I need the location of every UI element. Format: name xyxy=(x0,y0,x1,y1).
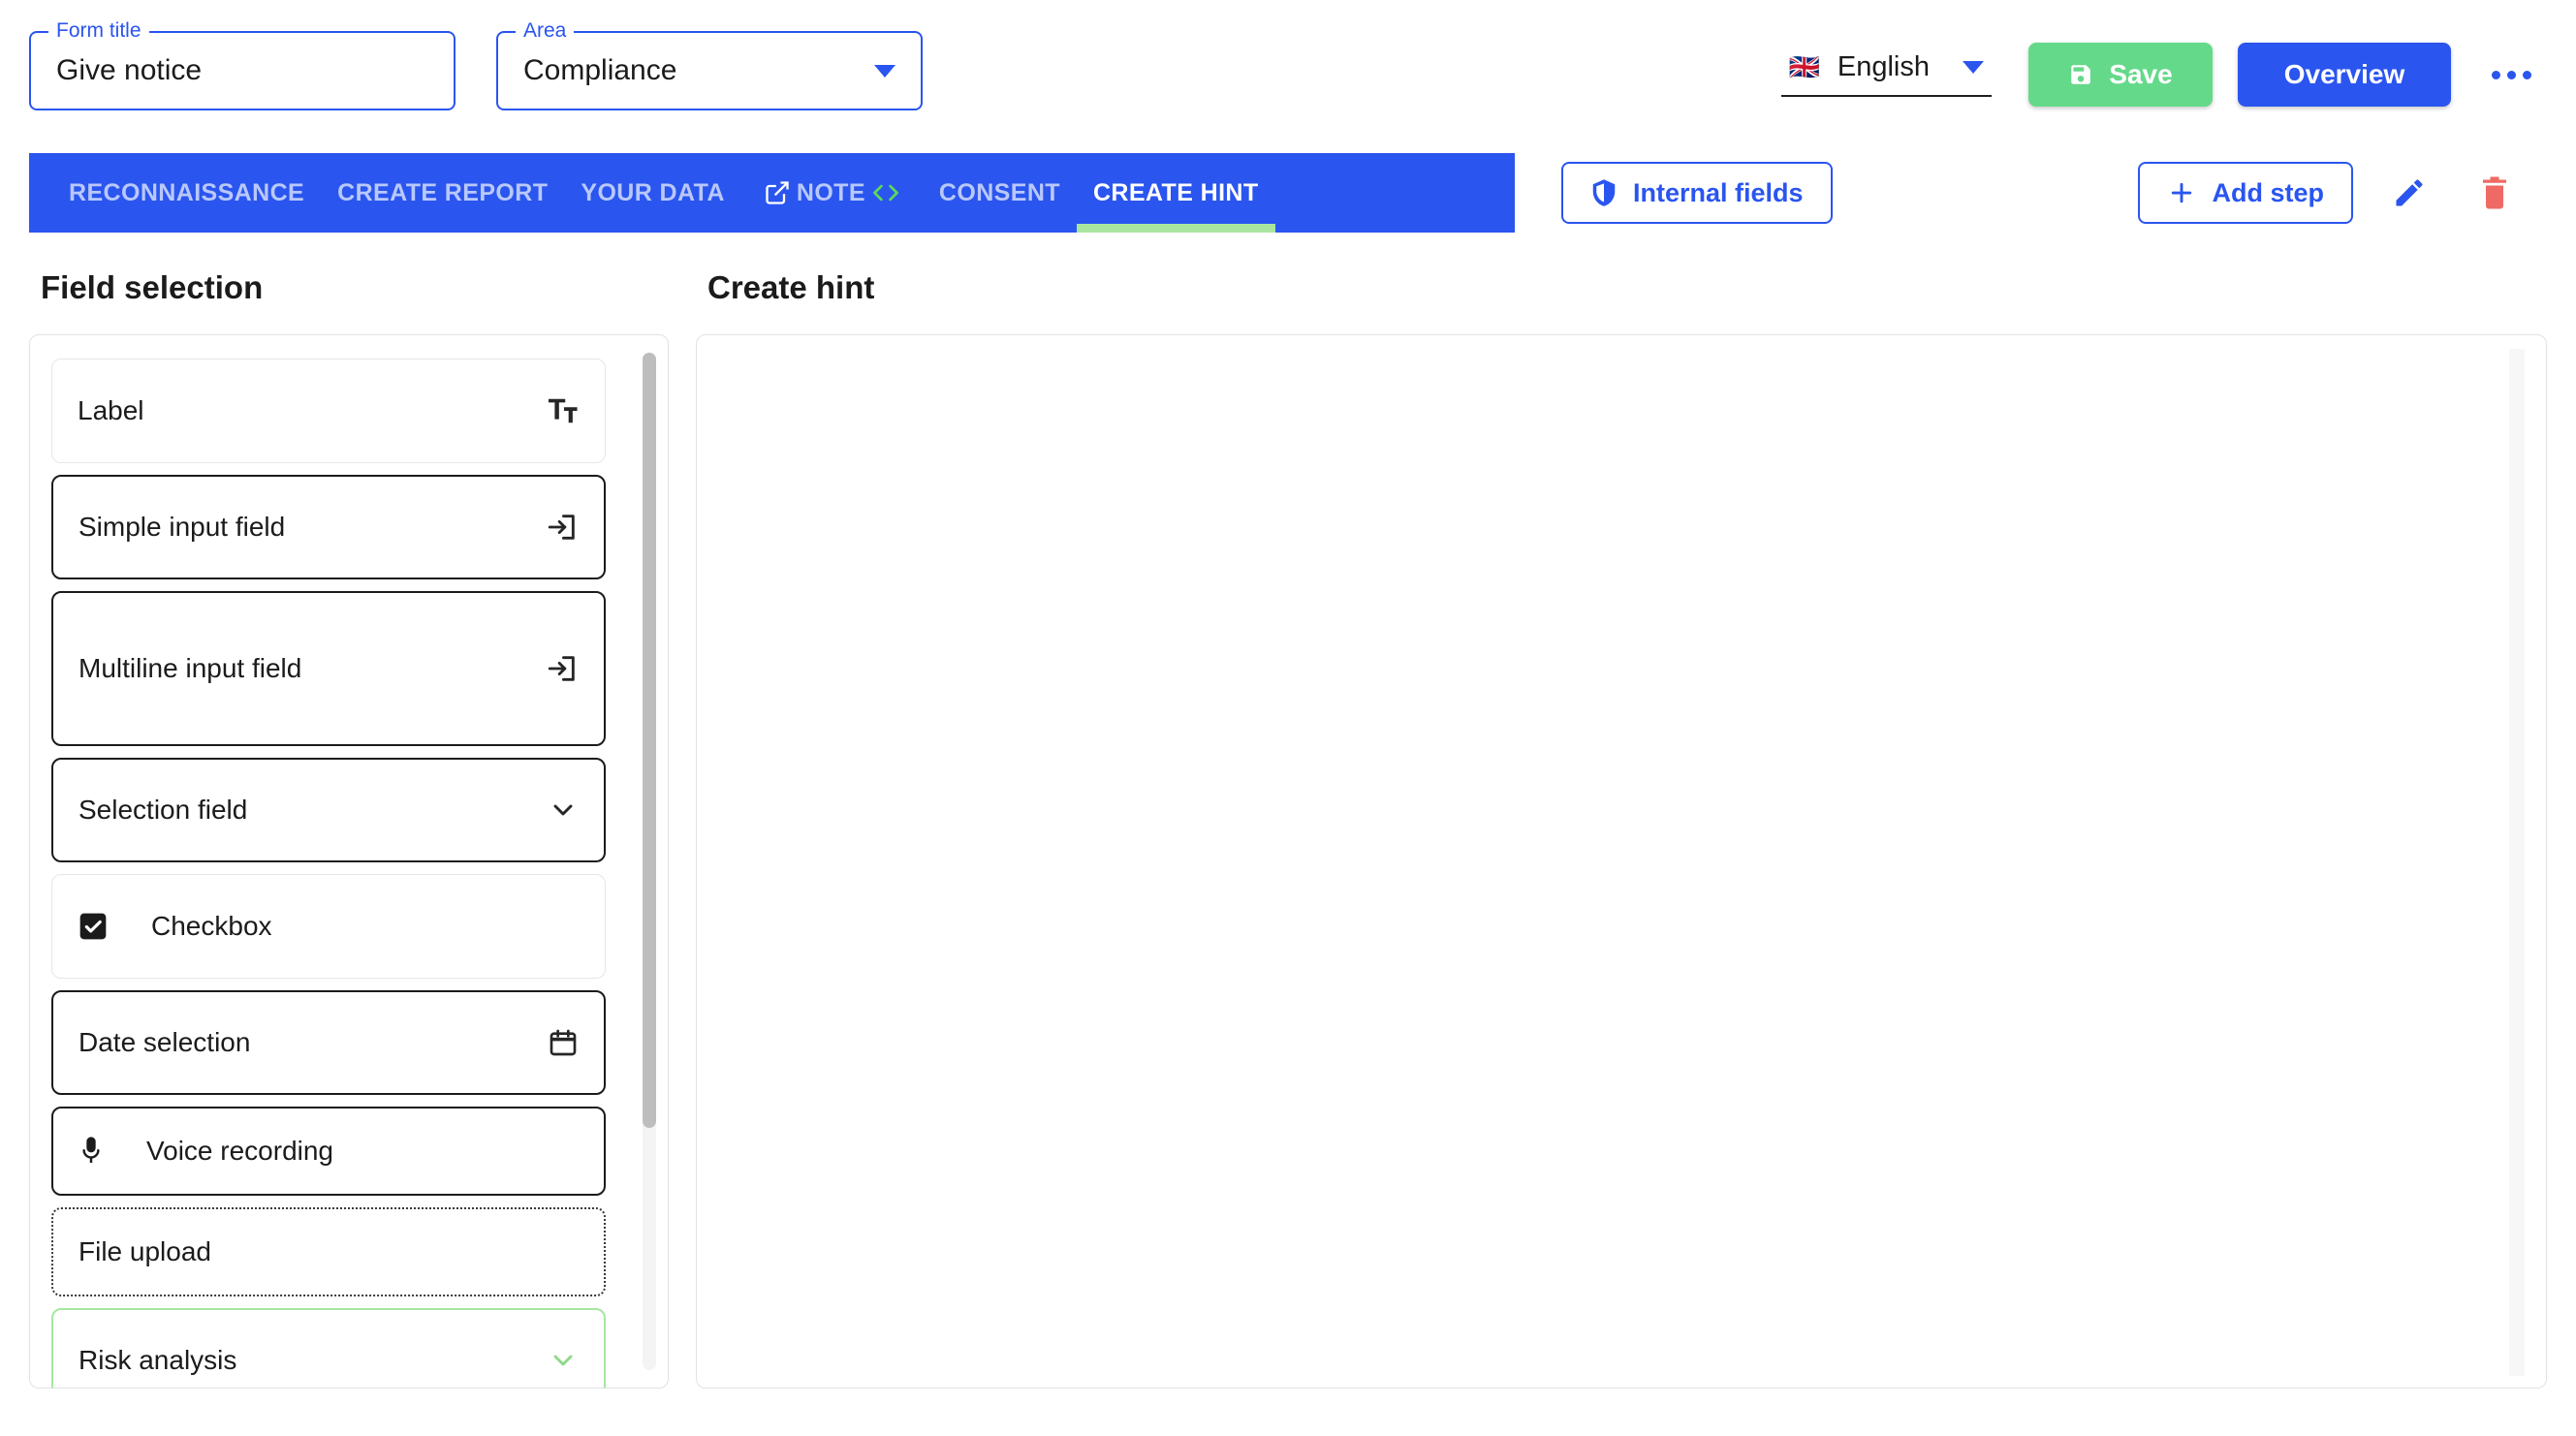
content-area: Field selection Label Simple input field xyxy=(0,233,2576,1389)
field-card-multiline-input-field[interactable]: Multiline input field xyxy=(51,591,606,746)
add-step-button[interactable]: Add step xyxy=(2138,162,2353,224)
field-card-title: Simple input field xyxy=(79,512,286,542)
field-card-checkbox[interactable]: Checkbox xyxy=(51,874,606,979)
checkbox-checked-icon xyxy=(78,911,109,942)
tab-label: RECONNAISSANCE xyxy=(69,178,305,206)
tab-label: CONSENT xyxy=(938,178,1060,206)
hint-dropzone[interactable] xyxy=(696,334,2547,1389)
field-card-selection-field[interactable]: Selection field xyxy=(51,758,606,862)
tab-row: RECONNAISSANCE CREATE REPORT YOUR DATA N… xyxy=(0,153,2576,233)
field-card-title: Label xyxy=(78,395,144,425)
input-arrow-icon xyxy=(546,511,579,544)
internal-fields-label: Internal fields xyxy=(1633,177,1804,207)
tab-label: CREATE HINT xyxy=(1092,178,1259,206)
form-title-value: Give notice xyxy=(56,54,203,86)
create-hint-title: Create hint xyxy=(707,269,875,305)
form-title-field[interactable]: Form title Give notice xyxy=(29,20,456,110)
field-card-title: Multiline input field xyxy=(79,653,302,683)
language-label: English xyxy=(1837,50,1930,82)
overview-button-label: Overview xyxy=(2283,59,2405,89)
more-options-icon[interactable] xyxy=(2486,57,2537,93)
tab-your-data[interactable]: YOUR DATA xyxy=(564,153,741,233)
text-format-icon xyxy=(549,397,580,424)
save-button-label: Save xyxy=(2109,59,2173,89)
chevron-down-icon xyxy=(548,795,579,826)
uk-flag-icon: 🇬🇧 xyxy=(1788,52,1820,81)
tab-label: YOUR DATA xyxy=(581,178,725,206)
plus-icon xyxy=(2167,178,2196,207)
dropzone-scrollbar-track[interactable] xyxy=(2509,349,2525,1376)
area-value: Compliance xyxy=(523,54,677,86)
form-title-label: Form title xyxy=(48,20,149,41)
area-select[interactable]: Area Compliance xyxy=(496,20,923,110)
tab-create-hint[interactable]: CREATE HINT xyxy=(1076,153,1275,233)
trash-icon[interactable] xyxy=(2469,166,2520,220)
field-card-title: Checkbox xyxy=(151,911,272,941)
tab-bar: RECONNAISSANCE CREATE REPORT YOUR DATA N… xyxy=(29,153,1515,233)
calendar-icon xyxy=(548,1027,579,1058)
field-card-title: Risk analysis xyxy=(79,1345,237,1375)
field-card-title: Date selection xyxy=(79,1027,251,1057)
field-card-file-upload[interactable]: File upload xyxy=(51,1207,606,1296)
tab-label: CREATE REPORT xyxy=(337,178,549,206)
field-selection-panel: Label Simple input field Multiline input… xyxy=(29,334,669,1389)
input-arrow-icon xyxy=(546,652,579,685)
chevron-down-icon xyxy=(874,64,895,78)
chevron-down-icon xyxy=(1963,60,1984,74)
chevron-down-icon xyxy=(548,1345,579,1376)
code-brackets-icon xyxy=(865,181,906,204)
field-selection-column: Field selection Label Simple input field xyxy=(29,271,669,1389)
pencil-icon[interactable] xyxy=(2382,166,2436,220)
top-bar: Form title Give notice Area Compliance 🇬… xyxy=(0,0,2576,145)
create-hint-column: Create hint xyxy=(696,271,2547,1389)
top-bar-actions: 🇬🇧 English Save Overview xyxy=(1780,31,2538,107)
save-button[interactable]: Save xyxy=(2028,43,2213,107)
shield-icon xyxy=(1590,178,1618,207)
field-list-scrollbar-thumb[interactable] xyxy=(643,353,656,1128)
field-card-risk-analysis[interactable]: Risk analysis xyxy=(51,1308,606,1388)
field-card-title: Voice recording xyxy=(146,1136,334,1166)
external-link-icon xyxy=(758,179,797,206)
tab-consent[interactable]: CONSENT xyxy=(923,153,1077,233)
field-selection-title: Field selection xyxy=(41,269,264,305)
add-step-label: Add step xyxy=(2212,177,2324,207)
save-icon xyxy=(2068,62,2093,87)
tab-create-report[interactable]: CREATE REPORT xyxy=(321,153,564,233)
field-card-date-selection[interactable]: Date selection xyxy=(51,990,606,1095)
step-toolbar: Internal fields Add step xyxy=(1515,153,2576,233)
field-card-title: Selection field xyxy=(79,795,248,825)
microphone-icon xyxy=(79,1136,104,1167)
area-label: Area xyxy=(516,20,575,41)
tab-note[interactable]: NOTE xyxy=(741,153,923,233)
overview-button[interactable]: Overview xyxy=(2238,43,2451,107)
tab-reconnaissance[interactable]: RECONNAISSANCE xyxy=(52,153,321,233)
field-card-simple-input-field[interactable]: Simple input field xyxy=(51,475,606,579)
field-card-voice-recording[interactable]: Voice recording xyxy=(51,1107,606,1196)
field-card-label[interactable]: Label xyxy=(51,359,606,463)
language-selector[interactable]: 🇬🇧 English xyxy=(1780,50,1992,97)
field-card-title: File upload xyxy=(79,1236,211,1266)
internal-fields-button[interactable]: Internal fields xyxy=(1561,162,1833,224)
tab-label: NOTE xyxy=(796,178,865,206)
